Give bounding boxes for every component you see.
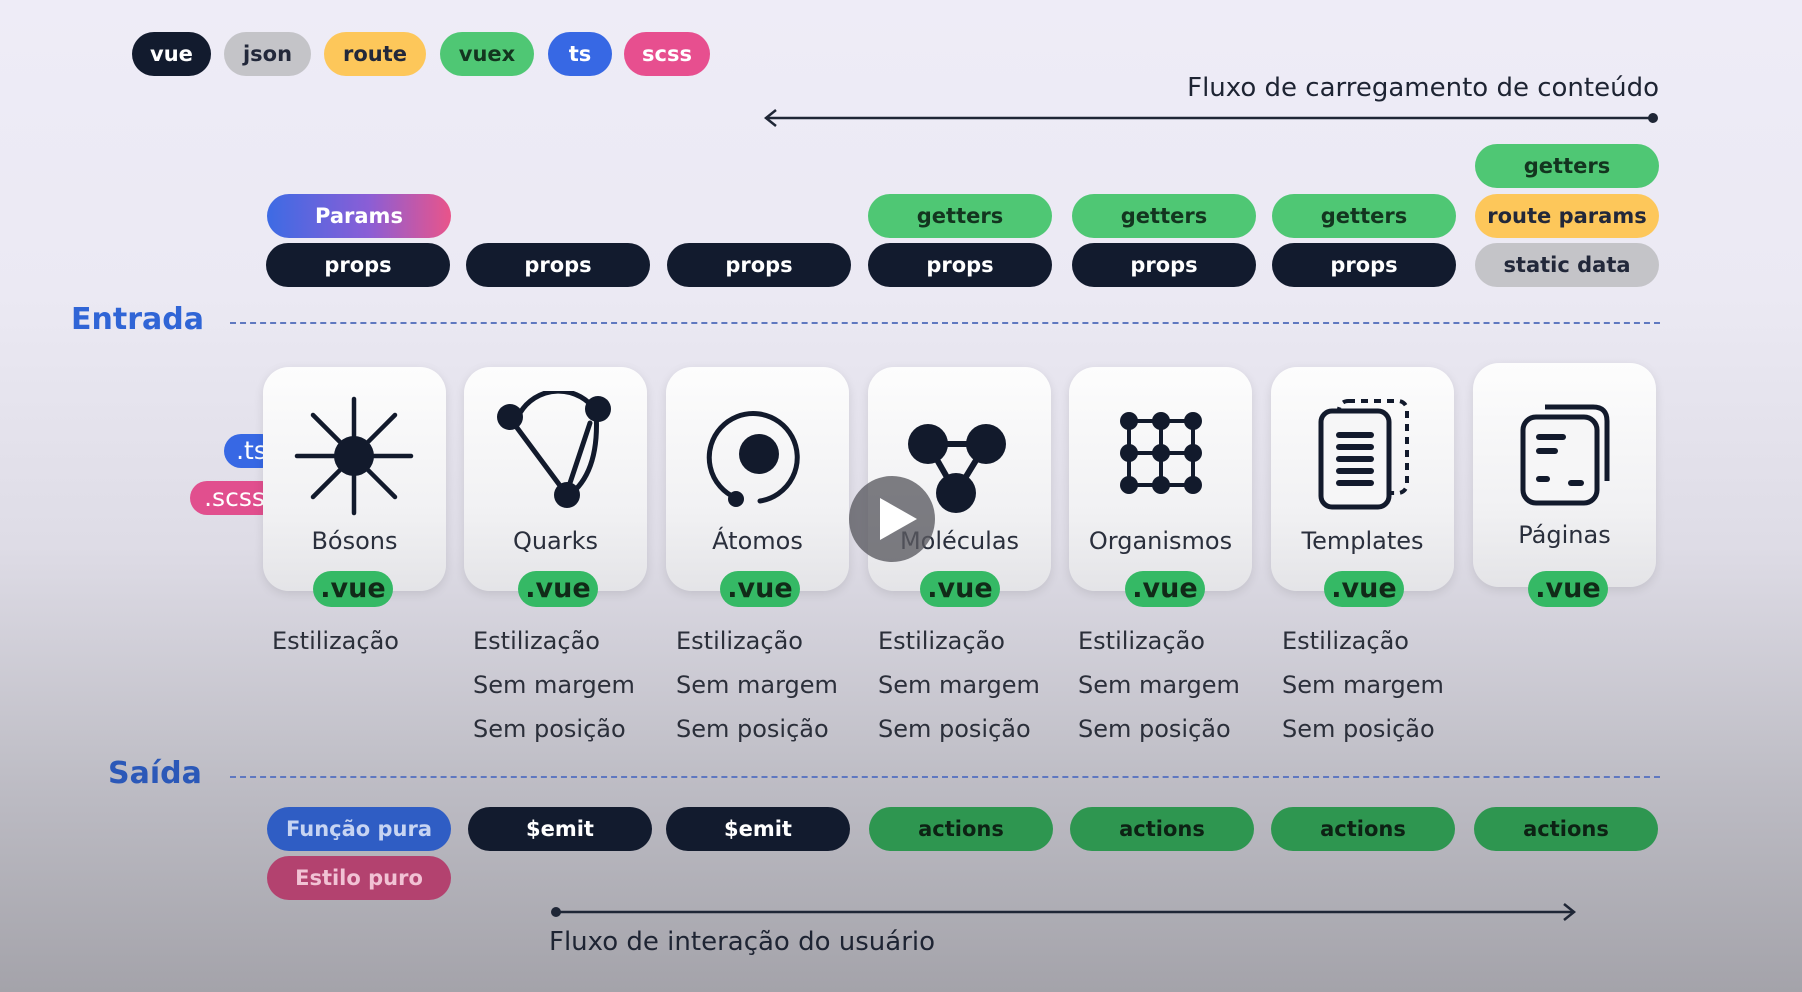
vue-file-badge: .vue bbox=[518, 571, 598, 607]
rule-text: Estilização bbox=[1282, 627, 1409, 655]
rule-text: Sem margem bbox=[1282, 671, 1444, 699]
output-actions: actions bbox=[1271, 807, 1455, 851]
rule-text: Sem posição bbox=[1078, 715, 1231, 743]
card-templates: Templates bbox=[1271, 367, 1454, 591]
card-title: Quarks bbox=[512, 527, 599, 555]
legend-route: route bbox=[324, 32, 426, 76]
rule-text: Sem margem bbox=[473, 671, 635, 699]
input-section-label: Entrada bbox=[71, 302, 204, 337]
output-actions: actions bbox=[1474, 807, 1658, 851]
rule-text: Sem posição bbox=[878, 715, 1031, 743]
quark-icon bbox=[490, 391, 620, 521]
rule-text: Sem posição bbox=[676, 715, 829, 743]
rule-text: Sem margem bbox=[676, 671, 838, 699]
input-params: Params bbox=[267, 194, 451, 238]
output-estilo-puro: Estilo puro bbox=[267, 856, 451, 900]
rule-text: Estilização bbox=[878, 627, 1005, 655]
card-quarks: Quarks bbox=[464, 367, 647, 591]
input-getters: getters bbox=[868, 194, 1052, 238]
input-divider bbox=[230, 322, 1660, 324]
input-props: props bbox=[466, 243, 650, 287]
legend-json: json bbox=[224, 32, 311, 76]
rule-text: Estilização bbox=[272, 627, 399, 655]
output-actions: actions bbox=[1070, 807, 1254, 851]
card-title: Templates bbox=[1301, 527, 1424, 555]
interaction-flow-label: Fluxo de interação do usuário bbox=[549, 927, 936, 957]
output-emit: $emit bbox=[666, 807, 850, 851]
card-title: Organismos bbox=[1088, 527, 1233, 555]
input-getters: getters bbox=[1475, 144, 1659, 188]
vue-file-badge: .vue bbox=[920, 571, 1000, 607]
input-route-params: route params bbox=[1475, 194, 1659, 238]
output-section-label: Saída bbox=[108, 756, 202, 791]
rule-text: Sem posição bbox=[473, 715, 626, 743]
card-atomos: Átomos bbox=[666, 367, 849, 591]
vue-file-badge: .vue bbox=[1125, 571, 1205, 607]
atom-icon bbox=[692, 391, 822, 521]
legend-vue: vue bbox=[132, 32, 211, 76]
card-title: Átomos bbox=[712, 527, 803, 555]
load-flow-label: Fluxo de carregamento de conteúdo bbox=[1187, 73, 1659, 103]
rule-text: Sem posição bbox=[1282, 715, 1435, 743]
play-button[interactable] bbox=[849, 476, 935, 562]
play-icon bbox=[880, 498, 917, 540]
card-paginas: Páginas bbox=[1473, 363, 1656, 587]
rule-text: Sem margem bbox=[1078, 671, 1240, 699]
rule-text: Estilização bbox=[1078, 627, 1205, 655]
boson-icon bbox=[289, 391, 419, 521]
rule-text: Estilização bbox=[676, 627, 803, 655]
load-flow-arrow bbox=[763, 109, 1658, 127]
vue-file-badge: .vue bbox=[1324, 571, 1404, 607]
output-emit: $emit bbox=[468, 807, 652, 851]
input-static-data: static data bbox=[1475, 243, 1659, 287]
output-funcao-pura: Função pura bbox=[267, 807, 451, 851]
vue-file-badge: .vue bbox=[313, 571, 393, 607]
vue-file-badge: .vue bbox=[1528, 571, 1608, 607]
legend-vuex: vuex bbox=[440, 32, 534, 76]
template-icon bbox=[1297, 391, 1427, 521]
card-bosons: Bósons bbox=[263, 367, 446, 591]
input-getters: getters bbox=[1272, 194, 1456, 238]
rule-text: Estilização bbox=[473, 627, 600, 655]
card-title: Páginas bbox=[1518, 521, 1611, 549]
input-props: props bbox=[868, 243, 1052, 287]
legend-scss: scss bbox=[624, 32, 710, 76]
interaction-flow-arrow bbox=[551, 903, 1577, 921]
organism-icon bbox=[1095, 391, 1225, 521]
legend-ts: ts bbox=[548, 32, 612, 76]
vue-file-badge: .vue bbox=[720, 571, 800, 607]
page-icon bbox=[1499, 387, 1629, 517]
input-props: props bbox=[1272, 243, 1456, 287]
output-actions: actions bbox=[869, 807, 1053, 851]
card-title: Bósons bbox=[311, 527, 398, 555]
input-props: props bbox=[1072, 243, 1256, 287]
output-divider bbox=[230, 776, 1660, 778]
input-getters: getters bbox=[1072, 194, 1256, 238]
rule-text: Sem margem bbox=[878, 671, 1040, 699]
card-organismos: Organismos bbox=[1069, 367, 1252, 591]
input-props: props bbox=[266, 243, 450, 287]
input-props: props bbox=[667, 243, 851, 287]
